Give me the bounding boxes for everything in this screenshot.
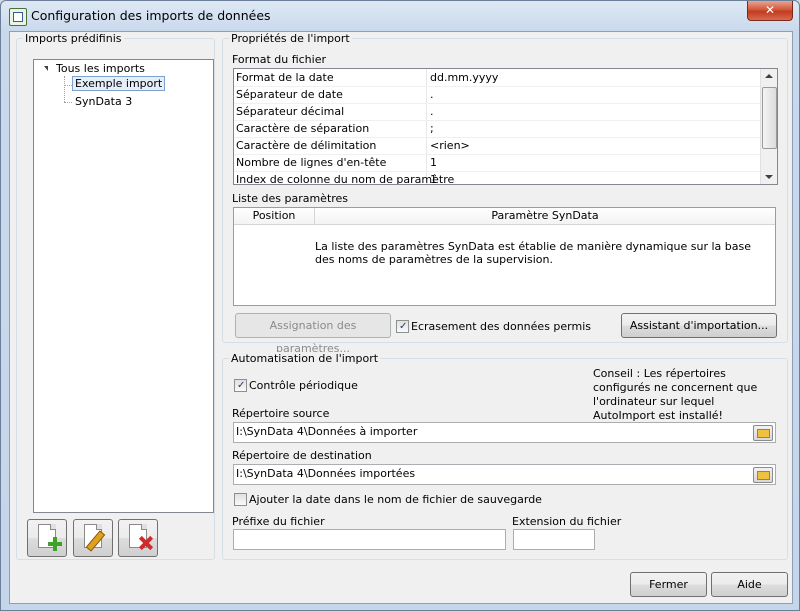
file-extension-field[interactable] (513, 529, 595, 550)
prop-row-field-separator[interactable]: Caractère de séparation ; (234, 120, 760, 138)
directory-hint: Conseil : Les répertoires configurés ne … (593, 367, 758, 422)
scroll-up-icon[interactable] (765, 74, 773, 78)
title-bar: Configuration des imports de données ✕ (1, 1, 799, 31)
prop-name: Séparateur décimal (236, 105, 345, 118)
delete-import-button[interactable] (118, 519, 158, 557)
import-assistant-button[interactable]: Assistant d'importation... (621, 313, 777, 338)
edit-import-button[interactable] (73, 519, 113, 557)
import-properties-label: Propriétés de l'import (229, 32, 352, 45)
scroll-down-icon[interactable] (765, 175, 773, 179)
tree-connector (64, 85, 72, 86)
tree-connector (64, 76, 65, 102)
add-date-label: Ajouter la date dans le nom de fichier d… (249, 493, 542, 506)
file-extension-input[interactable] (516, 532, 586, 545)
delete-x-icon (139, 536, 153, 550)
overwrite-checkbox[interactable]: ✓ (396, 320, 409, 333)
automation-label: Automatisation de l'import (229, 352, 381, 365)
dialog-window: Configuration des imports de données ✕ I… (0, 0, 800, 611)
predefined-imports-label: Imports prédifinis (23, 32, 124, 45)
help-button[interactable]: Aide (711, 572, 788, 597)
prop-row-date-format[interactable]: Format de la date dd.mm.yyyy (234, 69, 760, 87)
prop-name: Caractère de délimitation (236, 139, 377, 152)
prop-name: Caractère de séparation (236, 122, 370, 135)
dest-dir-input[interactable] (236, 467, 746, 480)
prop-row-delimiter[interactable]: Caractère de délimitation <rien> (234, 137, 760, 155)
periodic-check-label: Contrôle périodique (249, 379, 358, 392)
periodic-check-checkbox[interactable]: ✓ (234, 379, 247, 392)
tree-item-exemple-import[interactable]: Exemple import (72, 76, 166, 91)
prop-value[interactable]: 1 (430, 173, 437, 184)
column-syndata-param[interactable]: Paramètre SynData (315, 209, 775, 222)
file-prefix-field[interactable] (233, 529, 506, 550)
file-prefix-input[interactable] (236, 532, 496, 545)
file-extension-label: Extension du fichier (512, 515, 622, 528)
predefined-imports-group: Imports prédifinis Tous les imports Exem… (16, 32, 215, 560)
check-icon: ✓ (399, 321, 408, 332)
prop-name: Index de colonne du nom de paramètre (236, 173, 455, 185)
prop-name: Séparateur de date (236, 88, 343, 101)
column-position[interactable]: Position (234, 209, 314, 222)
prop-value[interactable]: 1 (430, 156, 437, 169)
grid-scrollbar[interactable] (760, 69, 777, 184)
browse-folder-icon[interactable] (753, 425, 773, 441)
file-prefix-label: Préfixe du fichier (232, 515, 325, 528)
new-import-button[interactable] (27, 519, 67, 557)
prop-row-param-name-column[interactable]: Index de colonne du nom de paramètre 1 (234, 171, 760, 185)
prop-value[interactable]: <rien> (430, 139, 470, 152)
add-date-checkbox[interactable] (234, 493, 247, 506)
source-dir-input[interactable] (236, 425, 746, 438)
param-list[interactable]: Position Paramètre SynData La liste des … (233, 207, 776, 306)
check-icon: ✓ (237, 380, 246, 391)
close-button[interactable]: Fermer (630, 572, 707, 597)
imports-tree[interactable]: Tous les imports Exemple import SynData … (33, 59, 214, 513)
file-format-grid[interactable]: Format de la date dd.mm.yyyy Séparateur … (233, 68, 778, 185)
plus-icon (48, 537, 62, 551)
tree-connector (64, 102, 72, 103)
prop-value[interactable]: dd.mm.yyyy (430, 71, 498, 84)
overwrite-label: Ecrasement des données permis (411, 320, 592, 333)
prop-name: Format de la date (236, 71, 334, 84)
dest-dir-field[interactable] (233, 464, 776, 485)
window-title: Configuration des imports de données (31, 8, 271, 23)
prop-row-date-separator[interactable]: Séparateur de date . (234, 86, 760, 104)
scroll-thumb[interactable] (762, 87, 777, 149)
assign-params-button[interactable]: Assignation des paramètres... (235, 313, 391, 355)
param-list-label: Liste des paramètres (232, 192, 349, 205)
tree-item-all-imports[interactable]: Tous les imports (56, 62, 145, 75)
prop-row-header-lines[interactable]: Nombre de lignes d'en-tête 1 (234, 154, 760, 172)
file-format-label: Format du fichier (232, 53, 327, 66)
prop-value[interactable]: . (430, 105, 434, 118)
param-list-message: La liste des paramètres SynData est étab… (315, 240, 752, 266)
app-icon (9, 8, 27, 26)
tree-expand-icon[interactable] (44, 66, 48, 71)
tree-item-syndata3[interactable]: SynData 3 (75, 95, 132, 108)
source-dir-label: Répertoire source (232, 407, 330, 420)
close-window-button[interactable]: ✕ (747, 1, 793, 21)
param-list-header: Position Paramètre SynData (234, 208, 775, 225)
prop-row-decimal-separator[interactable]: Séparateur décimal . (234, 103, 760, 121)
browse-folder-icon[interactable] (753, 467, 773, 483)
dialog-client: Imports prédifinis Tous les imports Exem… (9, 31, 793, 604)
dest-dir-label: Répertoire de destination (232, 449, 372, 462)
prop-value[interactable]: ; (430, 122, 434, 135)
prop-name: Nombre de lignes d'en-tête (236, 156, 387, 169)
source-dir-field[interactable] (233, 422, 776, 443)
prop-value[interactable]: . (430, 88, 434, 101)
